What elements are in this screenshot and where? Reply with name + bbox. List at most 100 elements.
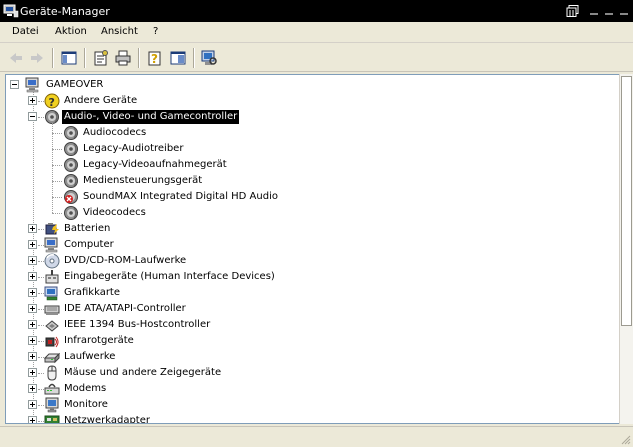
node-label: Netzwerkadapter — [64, 415, 150, 424]
minimize-icon[interactable] — [587, 5, 601, 17]
node-label: IDE ATA/ATAPI-Controller — [64, 303, 186, 314]
window-title: Geräte-Manager — [20, 5, 110, 18]
tree-device[interactable]: Videocodecs — [6, 205, 606, 221]
node-label: Infrarotgeräte — [64, 335, 134, 346]
menu-view[interactable]: Ansicht — [101, 26, 138, 37]
tree-category[interactable]: Eingabegeräte (Human Interface Devices) — [6, 269, 606, 285]
node-label: Andere Geräte — [64, 95, 138, 106]
expand-toggle[interactable] — [28, 96, 37, 105]
tree-category[interactable]: Audio-, Video- und Gamecontroller — [6, 109, 606, 125]
tree-device[interactable]: Legacy-Audiotreiber — [6, 141, 606, 157]
tree-category[interactable]: Netzwerkadapter — [6, 413, 606, 424]
expand-toggle[interactable] — [28, 400, 37, 409]
toolbar-separator — [84, 48, 86, 68]
expand-toggle[interactable] — [28, 256, 37, 265]
node-label: Audio-, Video- und Gamecontroller — [62, 110, 240, 124]
tree-root[interactable]: GAMEOVER — [6, 77, 606, 93]
node-label: Modems — [64, 383, 107, 394]
tree-connector — [52, 165, 62, 166]
expand-toggle[interactable] — [28, 352, 37, 361]
disabled-device-icon — [63, 189, 79, 205]
tree-category[interactable]: ? Andere Geräte — [6, 93, 606, 109]
tree-category[interactable]: Infrarotgeräte — [6, 333, 606, 349]
disk-drive-icon — [43, 349, 61, 365]
svg-text:?: ? — [49, 96, 55, 109]
computer-icon — [25, 77, 41, 93]
tree-device[interactable]: Audiocodecs — [6, 125, 606, 141]
help-icon[interactable]: ? — [146, 49, 164, 67]
sound-icon — [63, 141, 79, 157]
scrollbar-thumb[interactable] — [621, 76, 632, 326]
expand-toggle[interactable] — [28, 224, 37, 233]
expand-toggle[interactable] — [28, 368, 37, 377]
cdrom-icon — [44, 253, 60, 269]
tree-device[interactable]: SoundMAX Integrated Digital HD Audio — [6, 189, 606, 205]
tree-category[interactable]: Batterien — [6, 221, 606, 237]
restore-icon[interactable] — [566, 5, 580, 17]
collapse-toggle[interactable] — [10, 80, 19, 89]
expand-toggle[interactable] — [28, 336, 37, 345]
node-label: Videocodecs — [83, 207, 146, 218]
tree-category[interactable]: IEEE 1394 Bus-Hostcontroller — [6, 317, 606, 333]
forward-arrow-icon[interactable] — [28, 49, 46, 67]
mouse-icon — [44, 365, 60, 381]
tree-connector — [52, 149, 62, 150]
tree-connector — [52, 123, 53, 213]
tree-category[interactable]: Laufwerke — [6, 349, 606, 365]
battery-icon — [44, 221, 60, 237]
tree-device[interactable]: Legacy-Videoaufnahmegerät — [6, 157, 606, 173]
tree-category[interactable]: Modems — [6, 381, 606, 397]
back-arrow-icon[interactable] — [7, 49, 25, 67]
expand-toggle[interactable] — [28, 384, 37, 393]
node-label: Grafikkarte — [64, 287, 121, 298]
status-bar — [0, 426, 633, 447]
tree-category[interactable]: Grafikkarte — [6, 285, 606, 301]
tree-device[interactable]: Mediensteuerungsgerät — [6, 173, 606, 189]
menu-help[interactable]: ? — [153, 26, 158, 37]
node-label: SoundMAX Integrated Digital HD Audio — [83, 191, 278, 202]
toggle-pane-icon[interactable] — [169, 49, 187, 67]
toolbar-separator — [193, 48, 195, 68]
sound-icon — [63, 173, 79, 189]
properties-icon[interactable] — [92, 49, 110, 67]
show-hide-console-tree-icon[interactable] — [60, 49, 78, 67]
sound-icon — [63, 205, 79, 221]
computer-icon — [44, 237, 60, 253]
node-label: Audiocodecs — [83, 127, 147, 138]
network-adapter-icon — [44, 413, 60, 423]
node-label: GAMEOVER — [46, 79, 104, 90]
monitor-icon — [44, 397, 60, 413]
menu-file[interactable]: Datei — [12, 26, 39, 37]
print-icon[interactable] — [114, 49, 132, 67]
collapse-toggle[interactable] — [28, 112, 37, 121]
node-label: Monitore — [64, 399, 108, 410]
firewire-icon — [44, 317, 60, 333]
tree-connector — [52, 197, 62, 198]
tree-category[interactable]: IDE ATA/ATAPI-Controller — [6, 301, 606, 317]
sound-icon — [63, 125, 79, 141]
tree-category[interactable]: Mäuse und andere Zeigegeräte — [6, 365, 606, 381]
svg-text:?: ? — [151, 52, 158, 66]
expand-toggle[interactable] — [28, 272, 37, 281]
title-bar[interactable]: Geräte-Manager — [0, 0, 633, 22]
modem-icon — [44, 381, 60, 397]
menu-bar: Datei Aktion Ansicht ? — [0, 22, 633, 43]
expand-toggle[interactable] — [28, 304, 37, 313]
node-label: Batterien — [64, 223, 111, 234]
expand-toggle[interactable] — [28, 320, 37, 329]
menu-action[interactable]: Aktion — [55, 26, 87, 37]
node-label: Mediensteuerungsgerät — [83, 175, 203, 186]
tree-category[interactable]: Computer — [6, 237, 606, 253]
tree-category[interactable]: DVD/CD-ROM-Laufwerke — [6, 253, 606, 269]
resize-grip-icon[interactable] — [619, 433, 631, 445]
expand-toggle[interactable] — [28, 288, 37, 297]
tree-category[interactable]: Monitore — [6, 397, 606, 413]
maximize-icon[interactable] — [602, 5, 616, 17]
close-icon[interactable] — [617, 5, 631, 17]
vertical-scrollbar[interactable] — [619, 74, 633, 424]
expand-toggle[interactable] — [28, 416, 37, 423]
expand-toggle[interactable] — [28, 240, 37, 249]
scan-hardware-icon[interactable] — [200, 49, 218, 67]
device-tree[interactable]: GAMEOVER? Andere Geräte Audio-, Video- und… — [5, 74, 621, 424]
display-adapter-icon — [44, 285, 60, 301]
